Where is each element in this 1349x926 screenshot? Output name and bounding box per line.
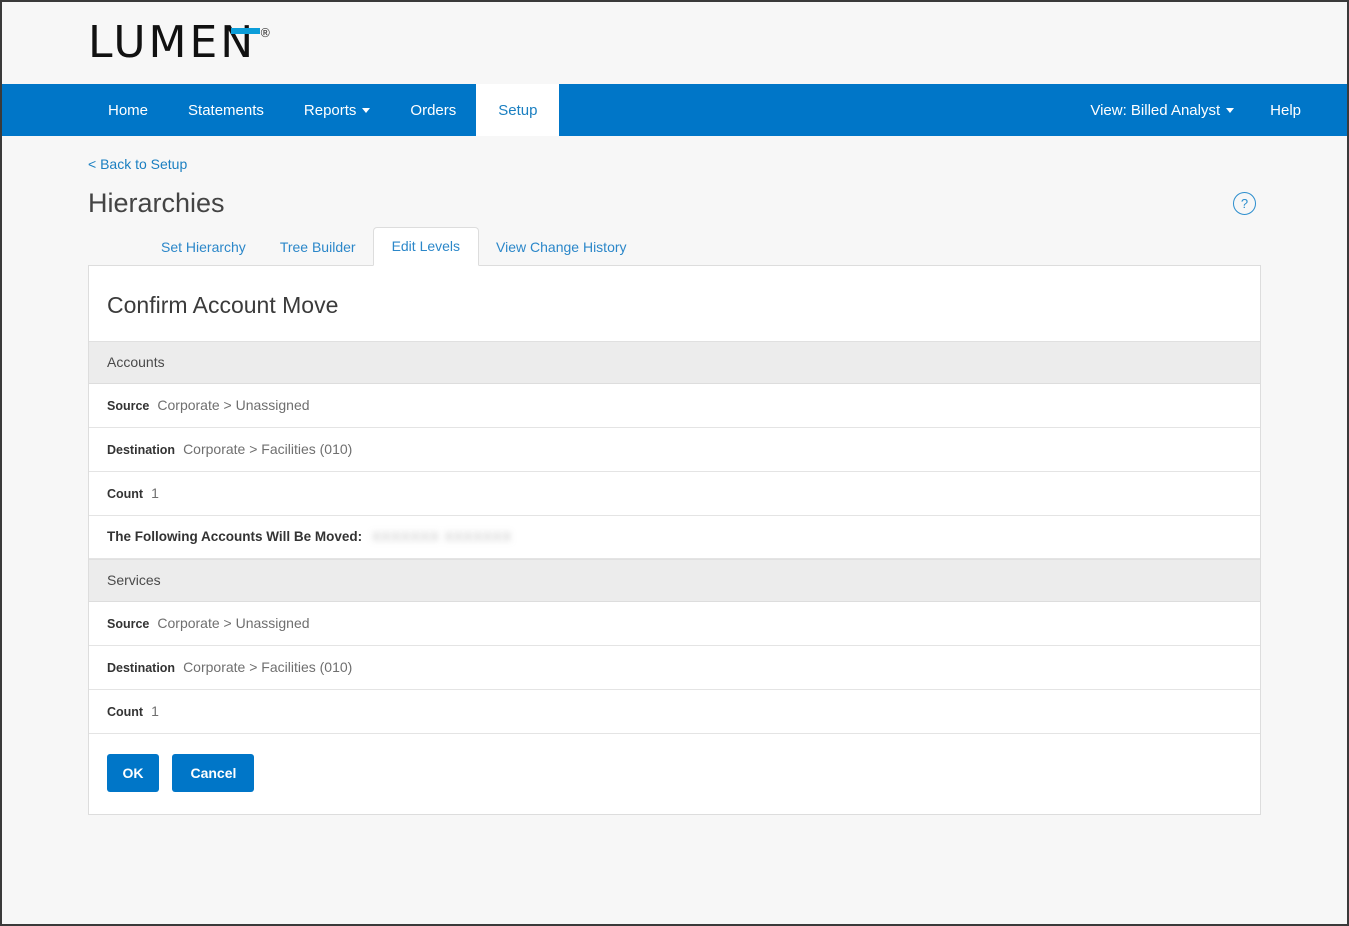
- accounts-destination-label: Destination: [107, 443, 176, 457]
- card-title: Confirm Account Move: [107, 292, 339, 318]
- tab-view-change-history[interactable]: View Change History: [479, 229, 643, 265]
- services-source-row: Source Corporate > Unassigned: [89, 602, 1260, 646]
- accounts-source-value: Corporate > Unassigned: [157, 397, 310, 413]
- page-title-row: Hierarchies ?: [88, 188, 1261, 219]
- tab-tree-builder[interactable]: Tree Builder: [263, 229, 373, 265]
- tab-edit-levels[interactable]: Edit Levels: [372, 227, 480, 266]
- browser-window: LUMEN ® Home Statements Reports Orders S…: [0, 0, 1349, 926]
- accounts-source-label: Source: [107, 399, 150, 413]
- nav-left-group: Home Statements Reports Orders Setup: [88, 84, 560, 136]
- view-selector[interactable]: View: Billed Analyst: [1072, 102, 1252, 119]
- accounts-to-be-moved-value-redacted: XXXXXXX XXXXXXX: [372, 529, 513, 544]
- nav-item-statements[interactable]: Statements: [168, 84, 284, 136]
- lumen-logo[interactable]: LUMEN ®: [88, 21, 271, 65]
- nav-item-reports-label: Reports: [303, 101, 357, 119]
- primary-nav: Home Statements Reports Orders Setup Vie…: [2, 84, 1347, 136]
- services-count-value: 1: [151, 703, 159, 719]
- services-destination-label: Destination: [107, 661, 176, 675]
- accounts-source-row: Source Corporate > Unassigned: [89, 384, 1260, 428]
- nav-item-help[interactable]: Help: [1252, 102, 1319, 119]
- accounts-destination-row: Destination Corporate > Facilities (010): [89, 428, 1260, 472]
- services-count-label: Count: [107, 705, 144, 719]
- accounts-to-be-moved-row: The Following Accounts Will Be Moved: XX…: [89, 516, 1260, 559]
- nav-item-home[interactable]: Home: [88, 84, 168, 136]
- tab-set-hierarchy[interactable]: Set Hierarchy: [144, 229, 263, 265]
- hierarchy-tabs: Set Hierarchy Tree Builder Edit Levels V…: [88, 227, 1261, 266]
- view-selector-label: View: Billed Analyst: [1090, 101, 1221, 119]
- logo-accent-bar: [231, 28, 260, 34]
- page-content: < Back to Setup Hierarchies ? Set Hierar…: [2, 136, 1347, 815]
- registered-trademark-icon: ®: [259, 26, 272, 40]
- back-to-setup-link[interactable]: < Back to Setup: [88, 156, 187, 172]
- cancel-button[interactable]: Cancel: [172, 754, 255, 792]
- chevron-down-icon: [362, 107, 371, 113]
- accounts-count-row: Count 1: [89, 472, 1260, 516]
- accounts-count-value: 1: [151, 485, 159, 501]
- services-source-value: Corporate > Unassigned: [157, 615, 310, 631]
- ok-button[interactable]: OK: [107, 754, 159, 792]
- help-circle-icon[interactable]: ?: [1233, 192, 1256, 215]
- confirm-account-move-card: Confirm Account Move Accounts Source Cor…: [88, 265, 1261, 815]
- services-count-row: Count 1: [89, 690, 1260, 734]
- nav-item-orders[interactable]: Orders: [390, 84, 476, 136]
- chevron-down-icon: [1226, 107, 1235, 113]
- nav-right-group: View: Billed Analyst Help: [1072, 84, 1319, 136]
- services-source-label: Source: [107, 617, 150, 631]
- services-destination-row: Destination Corporate > Facilities (010): [89, 646, 1260, 690]
- brand-header: LUMEN ®: [2, 2, 1347, 84]
- section-header-services: Services: [89, 559, 1260, 602]
- accounts-destination-value: Corporate > Facilities (010): [183, 441, 353, 457]
- nav-item-setup[interactable]: Setup: [476, 84, 560, 136]
- accounts-to-be-moved-label: The Following Accounts Will Be Moved:: [107, 529, 363, 544]
- nav-item-reports[interactable]: Reports: [284, 84, 391, 136]
- section-header-accounts: Accounts: [89, 341, 1260, 384]
- accounts-count-label: Count: [107, 487, 144, 501]
- card-actions: OK Cancel: [89, 734, 1260, 814]
- page-title: Hierarchies: [88, 188, 225, 218]
- services-destination-value: Corporate > Facilities (010): [183, 659, 353, 675]
